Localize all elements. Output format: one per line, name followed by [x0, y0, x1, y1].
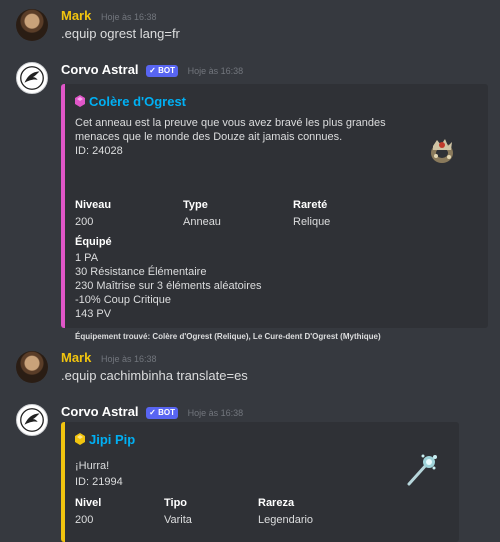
- embed-title[interactable]: Colère d'Ogrest: [75, 94, 186, 110]
- username[interactable]: Mark: [61, 350, 91, 365]
- gem-icon: [75, 433, 85, 445]
- description-line: ¡Hurra!: [75, 460, 110, 472]
- message-header: Mark Hoje às 16:38: [61, 350, 157, 367]
- description-line: menaces que le monde des Douze ait jamai…: [75, 131, 343, 143]
- field-type: Tipo Varita: [164, 497, 192, 526]
- timestamp: Hoje às 16:38: [100, 354, 157, 364]
- message-text: .equip ogrest lang=fr: [61, 26, 180, 41]
- message-header: Mark Hoje às 16:38: [61, 8, 157, 25]
- field-type: Type Anneau: [183, 199, 221, 228]
- username[interactable]: Mark: [61, 8, 91, 23]
- crow-logo-icon: [20, 408, 44, 432]
- field-rarity: Rareza Legendario: [258, 497, 314, 526]
- timestamp: Hoje às 16:38: [187, 66, 244, 76]
- embed-footer: Équipement trouvé: Colère d'Ogrest (Reli…: [75, 332, 381, 341]
- message-2: Corvo Astral ✓ BOT Hoje às 16:38 Colère …: [0, 56, 500, 341]
- bot-badge: ✓ BOT: [146, 65, 178, 77]
- gem-icon: [75, 95, 85, 107]
- wand-icon[interactable]: [403, 452, 439, 488]
- message-text: .equip cachimbinha translate=es: [61, 368, 248, 383]
- message-header: Corvo Astral ✓ BOT Hoje às 16:38: [61, 62, 243, 79]
- description-line: ID: 21994: [75, 476, 123, 488]
- embed-title-text: Colère d'Ogrest: [89, 94, 187, 109]
- username[interactable]: Corvo Astral: [61, 404, 139, 419]
- message-1: Mark Hoje às 16:38 .equip ogrest lang=fr: [0, 0, 500, 48]
- field-level: Nivel 200: [75, 497, 102, 526]
- timestamp: Hoje às 16:38: [187, 408, 244, 418]
- message-3: Mark Hoje às 16:38 .equip cachimbinha tr…: [0, 344, 500, 394]
- description-line: Cet anneau est la preuve que vous avez b…: [75, 117, 386, 129]
- embed-title[interactable]: Jipi Pip: [75, 432, 135, 448]
- field-level: Niveau 200: [75, 199, 112, 228]
- avatar[interactable]: [16, 404, 48, 436]
- avatar[interactable]: [16, 9, 48, 41]
- message-4: Corvo Astral ✓ BOT Hoje às 16:38 Jipi Pi…: [0, 398, 500, 542]
- crow-logo-icon: [20, 66, 44, 90]
- field-rarity: Rareté Relique: [293, 199, 331, 228]
- avatar[interactable]: [16, 351, 48, 383]
- embed-title-text: Jipi Pip: [89, 432, 136, 447]
- embed: Colère d'Ogrest Cet anneau est la preuve…: [61, 84, 488, 341]
- bot-badge: ✓ BOT: [146, 407, 178, 419]
- ring-icon[interactable]: [427, 136, 457, 166]
- username[interactable]: Corvo Astral: [61, 62, 139, 77]
- description-line: ID: 24028: [75, 145, 123, 157]
- timestamp: Hoje às 16:38: [100, 12, 157, 22]
- field-equipped: Équipé 1 PA 30 Résistance Élémentaire 23…: [75, 236, 262, 320]
- message-header: Corvo Astral ✓ BOT Hoje às 16:38: [61, 404, 243, 421]
- avatar[interactable]: [16, 62, 48, 94]
- embed: Jipi Pip ¡Hurra! ID: 21994 Nivel 200 Tip…: [61, 422, 459, 542]
- embed-description: ¡Hurra! ID: 21994: [75, 459, 375, 489]
- embed-description: Cet anneau est la preuve que vous avez b…: [75, 116, 405, 158]
